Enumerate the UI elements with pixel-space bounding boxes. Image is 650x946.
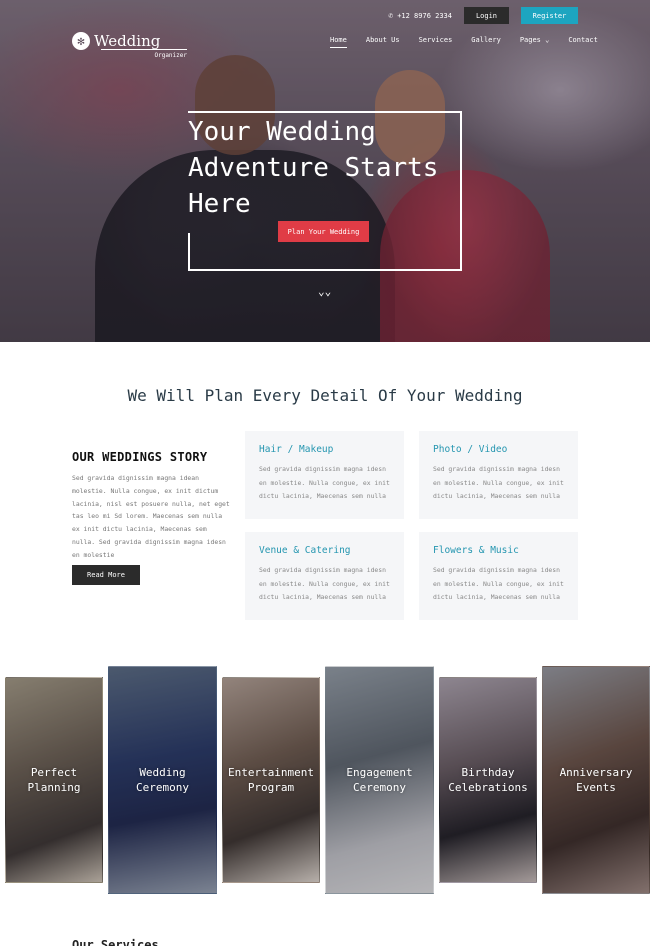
scroll-down-icon[interactable]: ⌄⌄ (318, 285, 331, 298)
service-card[interactable]: Photo / Video Sed gravida dignissim magn… (419, 431, 578, 519)
event-card-line1: Anniversary (559, 766, 633, 779)
phone-contact[interactable]: ✆ +12 8976 2334 (388, 11, 452, 20)
plan-section-title: We Will Plan Every Detail Of Your Weddin… (127, 386, 523, 405)
nav-home[interactable]: Home (330, 36, 347, 48)
site-logo[interactable]: ✻ Wedding Organizer (72, 32, 187, 59)
event-card-wedding-ceremony[interactable]: Wedding Ceremony (108, 666, 217, 894)
event-card-label: Engagement Ceremony (346, 765, 412, 795)
register-button[interactable]: Register (521, 7, 578, 24)
plan-wedding-button[interactable]: Plan Your Wedding (278, 221, 369, 242)
event-card-line1: Entertainment (227, 766, 315, 779)
nav-contact[interactable]: Contact (568, 36, 598, 48)
service-text: Sed gravida dignissim magna idesn en mol… (433, 465, 564, 500)
logo-title: Wedding (94, 32, 161, 50)
event-card-line2: Ceremony (353, 781, 406, 794)
next-section-title: Our Services (72, 938, 159, 946)
hero-frame-edge (188, 233, 190, 271)
service-title: Venue & Catering (259, 545, 351, 556)
event-card-line2: Program (247, 781, 295, 794)
event-card-line1: Birthday (461, 766, 515, 779)
event-card-line1: Engagement (346, 766, 413, 779)
login-button[interactable]: Login (464, 7, 509, 24)
service-title: Flowers & Music (433, 545, 519, 556)
event-card-label: Perfect Planning (28, 765, 81, 795)
service-card[interactable]: Venue & Catering Sed gravida dignissim m… (245, 532, 404, 620)
read-more-button[interactable]: Read More (72, 565, 140, 585)
event-card-line2: Celebrations (448, 781, 528, 794)
event-card-label: Birthday Celebrations (448, 765, 527, 795)
event-card-line2: Planning (27, 781, 81, 794)
nav-services[interactable]: Services (419, 36, 453, 48)
story-title: OUR WEDDINGS STORY (72, 450, 208, 464)
service-title: Hair / Makeup (259, 444, 334, 455)
service-card[interactable]: Flowers & Music Sed gravida dignissim ma… (419, 532, 578, 620)
main-nav: Home About Us Services Gallery Pages ⌄ C… (330, 36, 598, 48)
logo-icon: ✻ (72, 32, 90, 50)
event-card-line1: Wedding (139, 766, 186, 779)
top-bar: ✆ +12 8976 2334 Login Register (388, 7, 578, 24)
logo-subtitle: Organizer (101, 49, 187, 59)
story-text: Sed gravida dignissim magna idean molest… (72, 474, 230, 559)
nav-pages[interactable]: Pages ⌄ (520, 36, 550, 48)
event-card-entertainment-program[interactable]: Entertainment Program (222, 677, 320, 883)
service-card[interactable]: Hair / Makeup Sed gravida dignissim magn… (245, 431, 404, 519)
service-text: Sed gravida dignissim magna idesn en mol… (259, 566, 390, 601)
phone-icon: ✆ (388, 11, 394, 20)
event-card-birthday-celebrations[interactable]: Birthday Celebrations (439, 677, 537, 883)
phone-number: +12 8976 2334 (397, 11, 452, 20)
event-card-perfect-planning[interactable]: Perfect Planning (5, 677, 103, 883)
service-title: Photo / Video (433, 444, 508, 455)
event-card-anniversary-events[interactable]: Anniversary Events (542, 666, 650, 894)
nav-gallery[interactable]: Gallery (471, 36, 501, 48)
event-card-line2: Ceremony (136, 781, 189, 794)
event-card-engagement-ceremony[interactable]: Engagement Ceremony (325, 666, 434, 894)
event-card-label: Entertainment Program (228, 765, 314, 795)
event-card-label: Anniversary Events (560, 765, 633, 795)
event-card-label: Wedding Ceremony (136, 765, 189, 795)
event-card-line1: Perfect (30, 766, 78, 779)
hero-heading: Your Wedding Adventure Starts Here (188, 117, 439, 219)
service-text: Sed gravida dignissim magna idesn en mol… (259, 465, 390, 500)
nav-about-us[interactable]: About Us (366, 36, 400, 48)
service-text: Sed gravida dignissim magna idesn en mol… (433, 566, 564, 601)
event-card-line2: Events (576, 781, 616, 794)
